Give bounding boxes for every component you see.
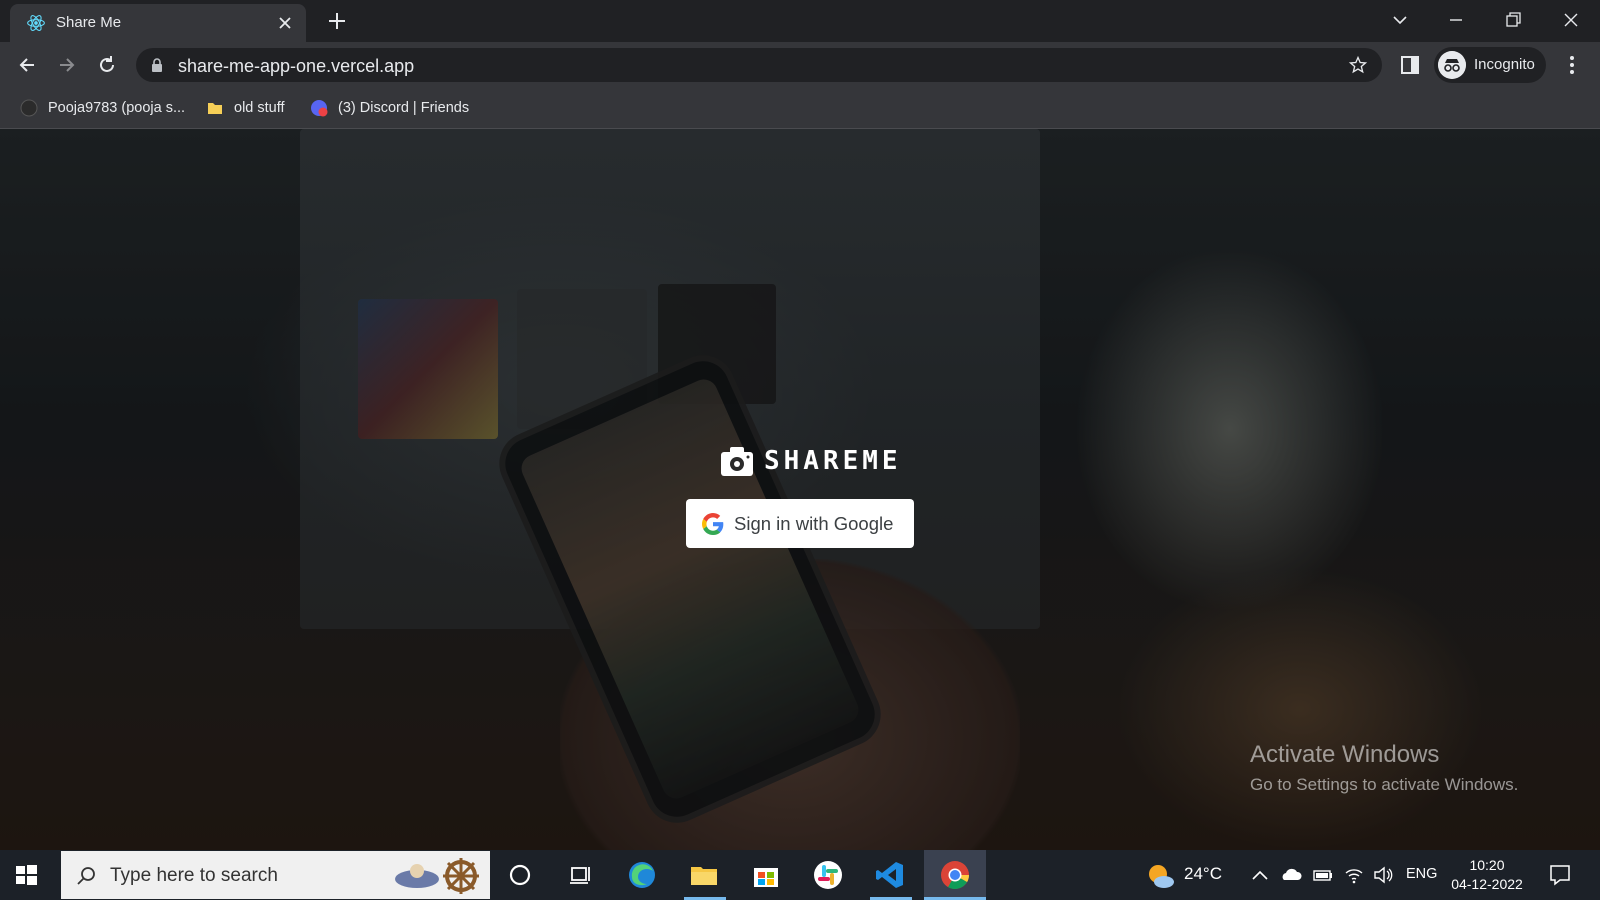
more-menu-icon[interactable] bbox=[1560, 53, 1584, 77]
search-icon bbox=[77, 867, 95, 885]
watermark-subtitle: Go to Settings to activate Windows. bbox=[1250, 775, 1519, 794]
brand-name: SHAREME bbox=[764, 446, 902, 476]
folder-icon bbox=[208, 103, 222, 114]
minimize-icon[interactable] bbox=[1444, 8, 1468, 32]
bookmark-label: old stuff bbox=[234, 100, 285, 116]
new-tab-icon[interactable] bbox=[326, 10, 348, 32]
show-hidden-icons-icon[interactable] bbox=[1250, 864, 1270, 886]
lock-icon[interactable] bbox=[150, 57, 164, 73]
side-panel-icon[interactable] bbox=[1399, 54, 1421, 76]
tab-title: Share Me bbox=[56, 14, 122, 31]
reload-icon[interactable] bbox=[96, 54, 118, 76]
page-content: SHAREME Sign in with Google Activate Win… bbox=[0, 129, 1600, 850]
file-explorer-icon[interactable] bbox=[688, 859, 720, 891]
windows-taskbar: Type here to search 24°C ENG 10:20 04-12… bbox=[0, 850, 1600, 900]
taskbar-search-box[interactable]: Type here to search bbox=[61, 851, 490, 899]
volume-icon[interactable] bbox=[1372, 864, 1394, 886]
clock-date: 04-12-2022 bbox=[1451, 876, 1523, 892]
incognito-label: Incognito bbox=[1474, 56, 1535, 73]
onedrive-icon[interactable] bbox=[1280, 864, 1302, 886]
incognito-icon bbox=[1438, 51, 1466, 79]
shareme-logo: SHAREME bbox=[720, 443, 902, 479]
address-bar[interactable]: share-me-app-one.vercel.app bbox=[136, 48, 1382, 82]
clock-time: 10:20 bbox=[1469, 857, 1505, 873]
search-highlight-illustration bbox=[395, 858, 479, 894]
tab-search-chevron-icon[interactable] bbox=[1388, 8, 1412, 32]
incognito-profile-button[interactable]: Incognito bbox=[1434, 47, 1546, 83]
github-icon bbox=[20, 99, 38, 117]
discord-icon bbox=[311, 100, 328, 117]
forward-icon[interactable] bbox=[56, 54, 78, 76]
language-indicator[interactable]: ENG bbox=[1406, 866, 1437, 888]
battery-icon[interactable] bbox=[1312, 864, 1334, 886]
close-tab-icon[interactable] bbox=[274, 12, 296, 34]
search-placeholder: Type here to search bbox=[110, 865, 278, 886]
sign-in-with-google-button[interactable]: Sign in with Google bbox=[686, 499, 914, 548]
bookmark-discord[interactable]: (3) Discord | Friends bbox=[310, 97, 469, 119]
bookmark-label: (3) Discord | Friends bbox=[338, 100, 470, 116]
react-favicon-icon bbox=[27, 15, 45, 31]
vscode-icon[interactable] bbox=[874, 859, 906, 891]
slack-icon[interactable] bbox=[812, 859, 844, 891]
notification-center-icon[interactable] bbox=[1548, 862, 1572, 888]
bookmarks-bar: Pooja9783 (pooja s... old stuff (3) Disc… bbox=[0, 88, 1600, 129]
back-icon[interactable] bbox=[16, 54, 38, 76]
watermark-title: Activate Windows bbox=[1250, 741, 1440, 768]
weather-icon[interactable] bbox=[1146, 862, 1176, 890]
edge-icon[interactable] bbox=[626, 859, 658, 891]
sign-in-label: Sign in with Google bbox=[734, 512, 894, 534]
taskbar-clock[interactable]: 10:20 04-12-2022 bbox=[1446, 856, 1528, 894]
weather-temperature[interactable]: 24°C bbox=[1184, 864, 1222, 886]
bookmark-label: Pooja9783 (pooja s... bbox=[48, 100, 186, 116]
browser-tab[interactable]: Share Me bbox=[10, 4, 306, 42]
store-icon[interactable] bbox=[750, 859, 782, 891]
wifi-icon[interactable] bbox=[1343, 864, 1365, 886]
bookmark-old-stuff[interactable]: old stuff bbox=[206, 97, 285, 119]
windows-start-icon[interactable] bbox=[14, 863, 38, 887]
camera-icon bbox=[721, 447, 753, 476]
activate-windows-watermark: Activate Windows Go to Settings to activ… bbox=[1250, 741, 1518, 795]
bookmark-star-icon[interactable] bbox=[1348, 55, 1368, 75]
close-window-icon[interactable] bbox=[1559, 8, 1583, 32]
tab-strip: Share Me bbox=[0, 0, 1600, 42]
task-view-icon[interactable] bbox=[564, 859, 596, 891]
url-text: share-me-app-one.vercel.app bbox=[178, 56, 415, 76]
cortana-icon[interactable] bbox=[504, 859, 536, 891]
restore-icon[interactable] bbox=[1501, 8, 1525, 32]
google-icon bbox=[702, 512, 724, 535]
chrome-icon[interactable] bbox=[939, 859, 971, 891]
browser-toolbar: share-me-app-one.vercel.app Incognito bbox=[0, 42, 1600, 88]
bookmark-github[interactable]: Pooja9783 (pooja s... bbox=[20, 97, 185, 119]
